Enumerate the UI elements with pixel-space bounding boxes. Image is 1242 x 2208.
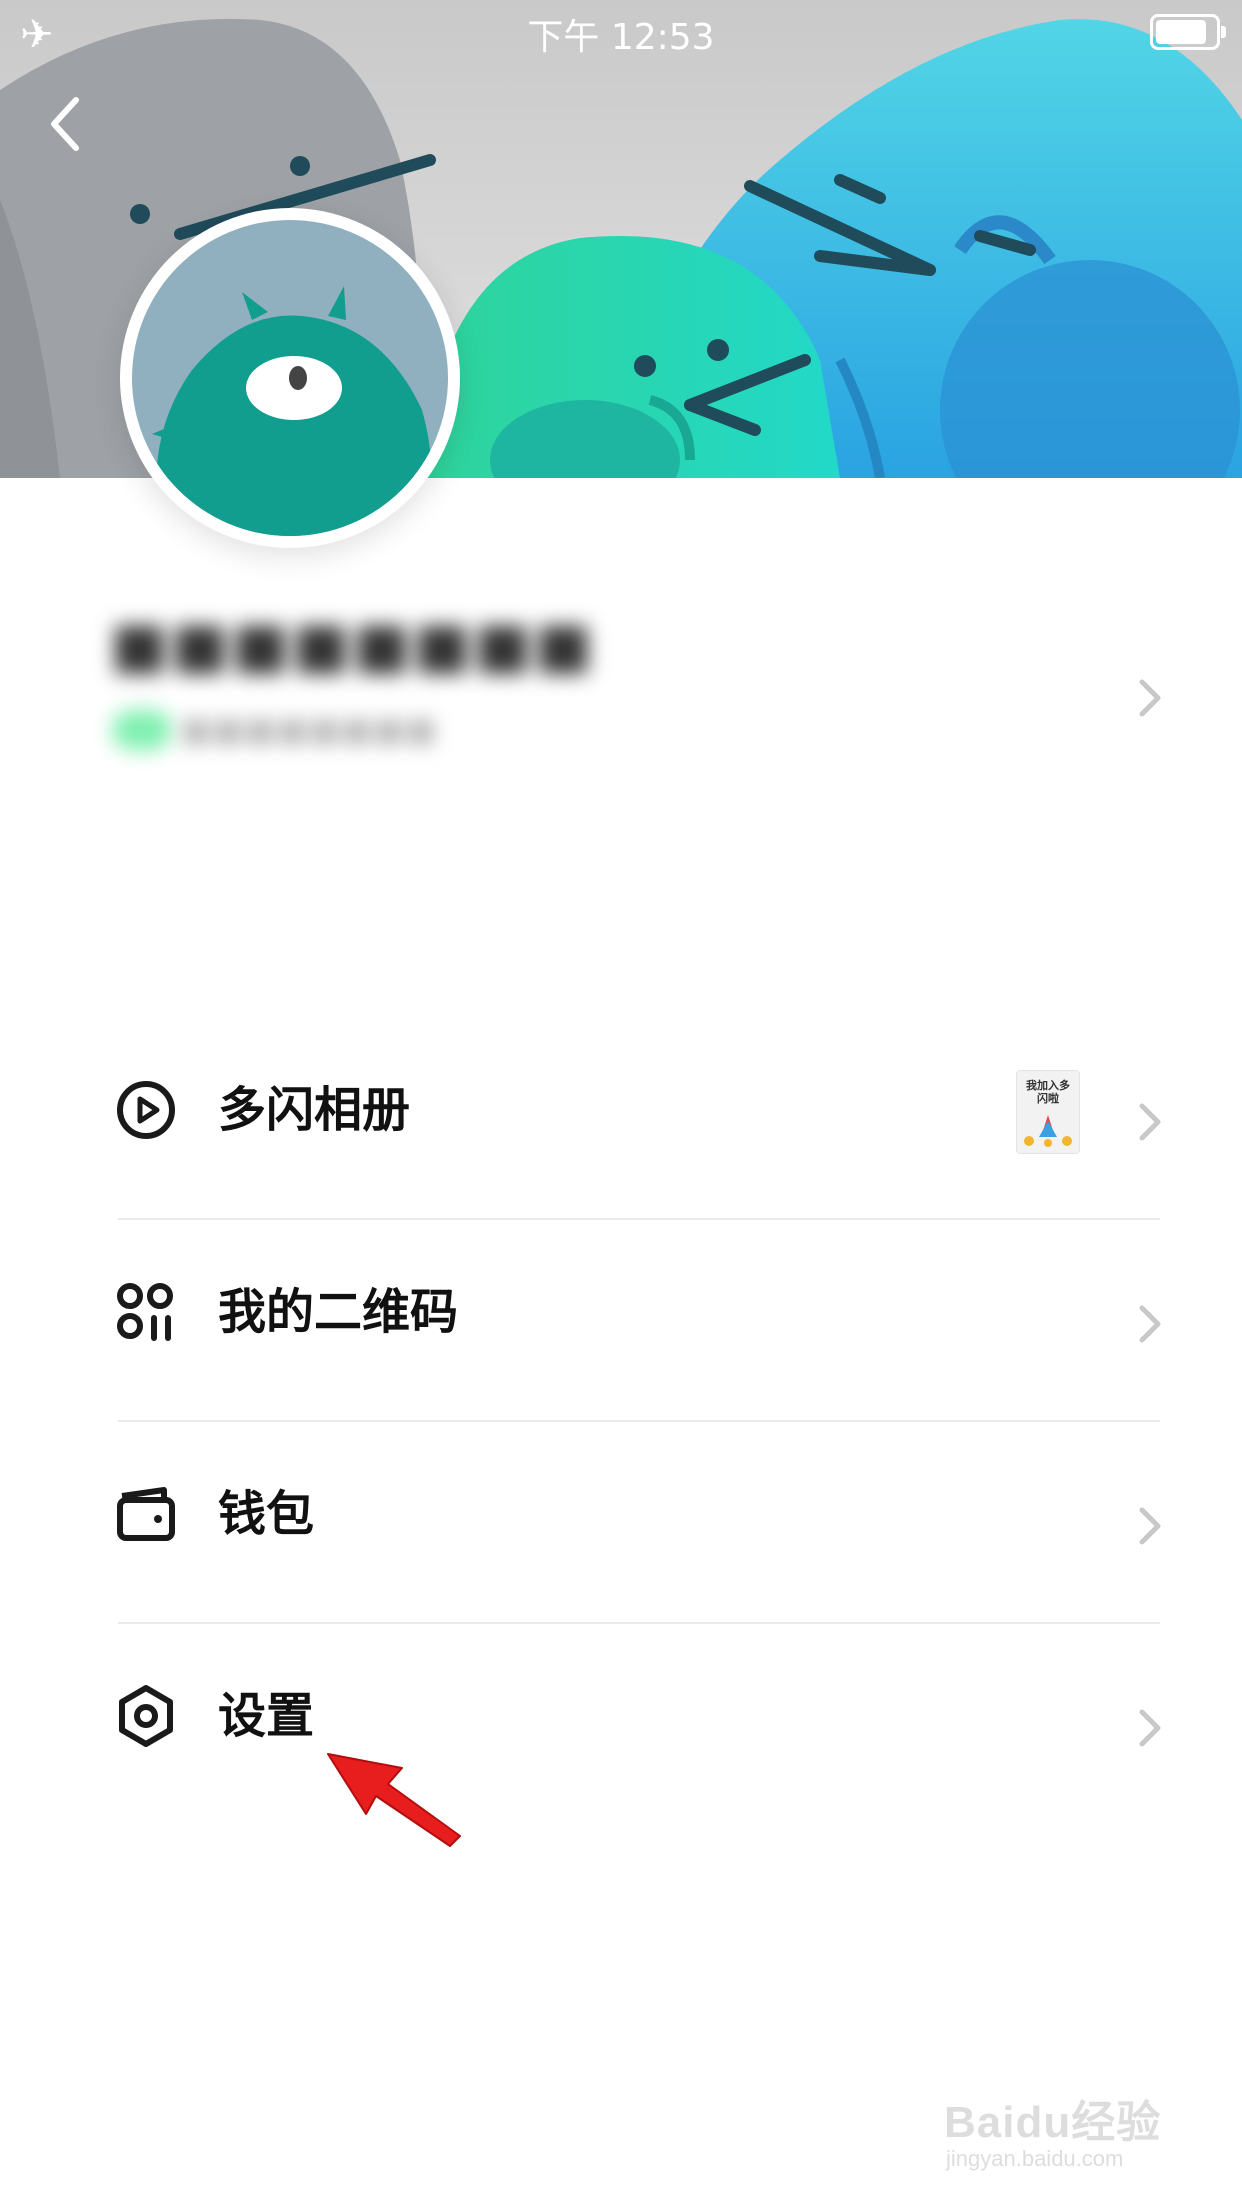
watermark-logo: Baidu经验 (944, 2098, 1162, 2147)
battery-icon (1150, 14, 1226, 50)
qr-dots-icon (117, 1283, 173, 1341)
chevron-right-icon (1139, 1709, 1161, 1747)
album-thumbnail[interactable]: 我加入多闪啦 (1016, 1070, 1080, 1154)
chevron-right-icon (1139, 1103, 1161, 1141)
baidu-jingyan-watermark: Baidu经验 jingyan.baidu.com (940, 2080, 1180, 2190)
chevron-right-icon (1139, 1305, 1161, 1343)
status-time: 下午 12:53 (527, 17, 715, 58)
profile-info-row[interactable]: ■■■■■■■■ ■■■■■■■■ (0, 560, 1242, 820)
menu-item-label: 设置 (218, 1688, 315, 1744)
profile-name-blurred: ■■■■■■■■ (110, 608, 595, 681)
menu-item-label: 多闪相册 (218, 1082, 411, 1138)
monster-avatar-icon (146, 286, 436, 536)
back-button[interactable] (44, 92, 88, 156)
divider (118, 1420, 1160, 1422)
menu-item-qrcode[interactable]: 我的二维码 (0, 1224, 1242, 1424)
menu-item-label: 钱包 (218, 1486, 315, 1542)
thumbnail-art-icon (1024, 1115, 1072, 1147)
profile-status-text-blurred: ■■■■■■■■ (180, 710, 437, 750)
menu-item-settings[interactable]: 设置 (0, 1628, 1242, 1828)
chevron-left-icon (51, 97, 79, 151)
watermark-url: jingyan.baidu.com (946, 2146, 1124, 2171)
online-status-badge (112, 710, 172, 750)
menu-item-label: 我的二维码 (218, 1284, 459, 1340)
chevron-right-icon (1139, 1507, 1161, 1545)
chevron-right-icon (1139, 679, 1161, 717)
divider (118, 1622, 1160, 1624)
wallet-icon (117, 1487, 175, 1541)
settings-hex-icon (119, 1685, 173, 1747)
divider (118, 1218, 1160, 1220)
annotation-arrow-icon (327, 1753, 461, 1847)
avatar[interactable] (120, 208, 460, 548)
play-circle-icon (117, 1081, 175, 1139)
album-thumbnail-text: 我加入多闪啦 (1026, 1079, 1070, 1105)
menu-item-wallet[interactable]: 钱包 (0, 1426, 1242, 1626)
avatar-image (132, 220, 448, 536)
